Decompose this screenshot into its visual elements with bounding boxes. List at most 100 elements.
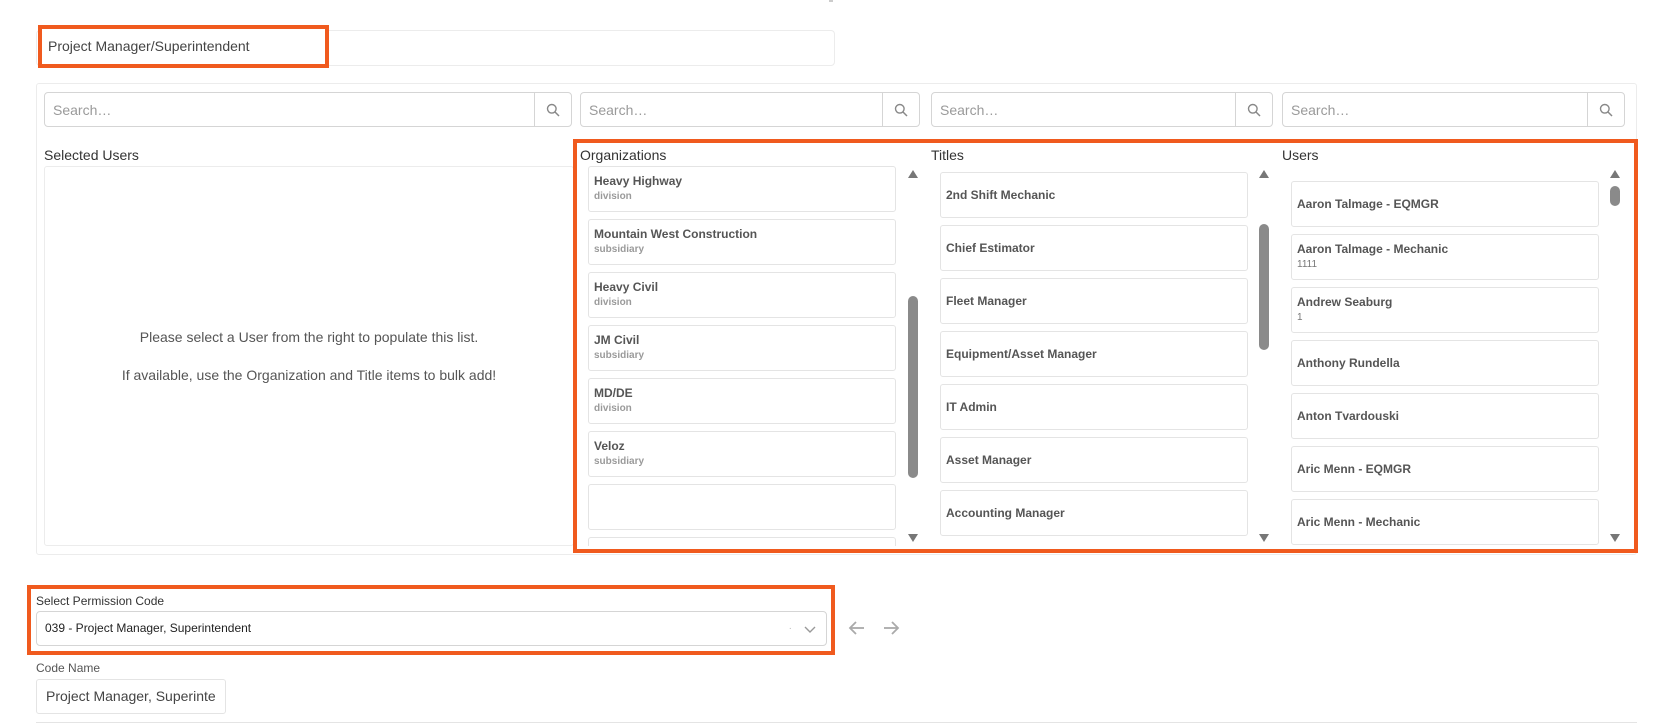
user-name: Anton Tvardouski [1297, 409, 1400, 423]
organizations-scrollbar[interactable] [906, 166, 920, 546]
user-code: 1 [1297, 312, 1303, 323]
scroll-up-icon[interactable] [908, 170, 918, 178]
search-button[interactable] [882, 93, 919, 126]
scroll-down-icon[interactable] [908, 534, 918, 542]
scroll-thumb[interactable] [908, 296, 918, 478]
user-name: Andrew Seaburg [1297, 295, 1393, 309]
search-button[interactable] [1235, 93, 1272, 126]
search-button[interactable] [1587, 93, 1624, 126]
user-item[interactable]: Aric Menn - Mechanic [1291, 499, 1599, 545]
title-name: IT Admin [946, 400, 997, 414]
organization-item[interactable]: Heavy Highway division [588, 166, 896, 212]
permission-code-value: 039 - Project Manager, Superintendent [45, 621, 252, 635]
user-item[interactable]: Aaron Talmage - EQMGR [1291, 181, 1599, 227]
title-item[interactable]: IT Admin [940, 384, 1248, 430]
arrow-left-icon[interactable] [846, 617, 868, 639]
organization-item[interactable]: JM Civil subsidiary [588, 325, 896, 371]
users-search-input[interactable] [1283, 93, 1587, 126]
selected-users-search-input[interactable] [45, 93, 534, 126]
code-name-field[interactable]: Project Manager, Superinte [36, 679, 226, 714]
organization-name: Mountain West Construction [594, 227, 758, 241]
titles-search-input[interactable] [932, 93, 1235, 126]
title-item[interactable]: Chief Estimator [940, 225, 1248, 271]
organization-item[interactable]: Veloz subsidiary [588, 431, 896, 477]
title-item[interactable]: Equipment/Asset Manager [940, 331, 1248, 377]
organization-item[interactable]: MD/DE division [588, 378, 896, 424]
organization-name: Heavy Highway [594, 174, 683, 188]
search-icon [1247, 103, 1261, 117]
organizations-search-input[interactable] [581, 93, 882, 126]
user-item[interactable]: Anthony Rundella [1291, 340, 1599, 386]
organization-name: Heavy Civil [594, 280, 659, 294]
organization-item[interactable] [588, 537, 896, 546]
clear-indicator[interactable]: · [789, 612, 792, 645]
titles-list: 2nd Shift Mechanic Chief Estimator Fleet… [940, 166, 1248, 546]
selected-users-search [44, 92, 572, 127]
scroll-thumb[interactable] [1610, 186, 1620, 206]
user-code: 1111 [1297, 259, 1318, 270]
user-name: Anthony Rundella [1297, 356, 1400, 370]
scroll-down-icon[interactable] [1610, 534, 1620, 542]
user-name: Aaron Talmage - EQMGR [1297, 197, 1439, 211]
selected-users-hint: Please select a User from the right to p… [139, 329, 479, 345]
title-name: Chief Estimator [946, 241, 1035, 255]
user-item[interactable]: Aaron Talmage - Mechanic 1111 [1291, 234, 1599, 280]
search-icon [1599, 103, 1613, 117]
search-button[interactable] [534, 93, 571, 126]
user-item[interactable]: Anton Tvardouski [1291, 393, 1599, 439]
organization-item[interactable]: Mountain West Construction subsidiary [588, 219, 896, 265]
titles-search [931, 92, 1273, 127]
organizations-heading: Organizations [580, 147, 667, 163]
user-item[interactable]: Aric Menn - EQMGR [1291, 446, 1599, 492]
permission-code-select[interactable]: 039 - Project Manager, Superintendent · [36, 611, 827, 646]
title-item[interactable]: Accounting Manager [940, 490, 1248, 536]
selected-users-heading: Selected Users [44, 147, 139, 163]
user-name: Aaron Talmage - Mechanic [1297, 242, 1449, 256]
user-item[interactable]: Andrew Seaburg 1 [1291, 287, 1599, 333]
search-icon [894, 103, 908, 117]
scroll-thumb[interactable] [1259, 224, 1269, 350]
title-item[interactable]: Asset Manager [940, 437, 1248, 483]
organization-type: subsidiary [594, 244, 645, 255]
selected-users-list [44, 166, 574, 546]
users-search [1282, 92, 1625, 127]
titles-scrollbar[interactable] [1257, 166, 1271, 546]
code-name-label: Code Name [36, 661, 101, 675]
title-item[interactable]: 2nd Shift Mechanic [940, 172, 1248, 218]
organization-type: subsidiary [594, 456, 645, 467]
title-name: Fleet Manager [946, 294, 1027, 308]
organization-type: division [594, 403, 632, 414]
title-name: Equipment/Asset Manager [946, 347, 1097, 361]
scroll-up-icon[interactable] [1610, 170, 1620, 178]
user-name: Aric Menn - EQMGR [1297, 462, 1412, 476]
organizations-list: Heavy Highway division Mountain West Con… [588, 166, 896, 546]
organization-name: MD/DE [594, 386, 633, 400]
search-icon [546, 103, 560, 117]
selected-users-bulk-hint: If available, use the Organization and T… [121, 367, 497, 383]
organization-name: Veloz [594, 439, 625, 453]
organization-type: division [594, 191, 632, 202]
users-list: Aaron Talmage - EQMGR Aaron Talmage - Me… [1291, 166, 1599, 546]
scroll-down-icon[interactable] [1259, 534, 1269, 542]
organization-type: subsidiary [594, 350, 645, 361]
chevron-down-icon[interactable] [804, 623, 816, 635]
title-item[interactable]: Fleet Manager [940, 278, 1248, 324]
title-name: 2nd Shift Mechanic [946, 188, 1056, 202]
top-edge-mark [829, 0, 833, 2]
users-scrollbar[interactable] [1608, 166, 1622, 546]
scroll-up-icon[interactable] [1259, 170, 1269, 178]
organization-item[interactable] [588, 484, 896, 530]
organizations-search [580, 92, 920, 127]
organization-name: JM Civil [594, 333, 640, 347]
title-name: Asset Manager [946, 453, 1032, 467]
permission-code-label: Select Permission Code [36, 594, 165, 608]
user-name: Aric Menn - Mechanic [1297, 515, 1421, 529]
titles-heading: Titles [931, 147, 964, 163]
arrow-right-icon[interactable] [880, 617, 902, 639]
organization-item[interactable]: Heavy Civil division [588, 272, 896, 318]
organization-type: division [594, 297, 632, 308]
divider [36, 722, 1637, 723]
title-name: Accounting Manager [946, 506, 1065, 520]
users-heading: Users [1282, 147, 1319, 163]
permission-name-field[interactable]: Project Manager/Superintendent [38, 25, 329, 68]
